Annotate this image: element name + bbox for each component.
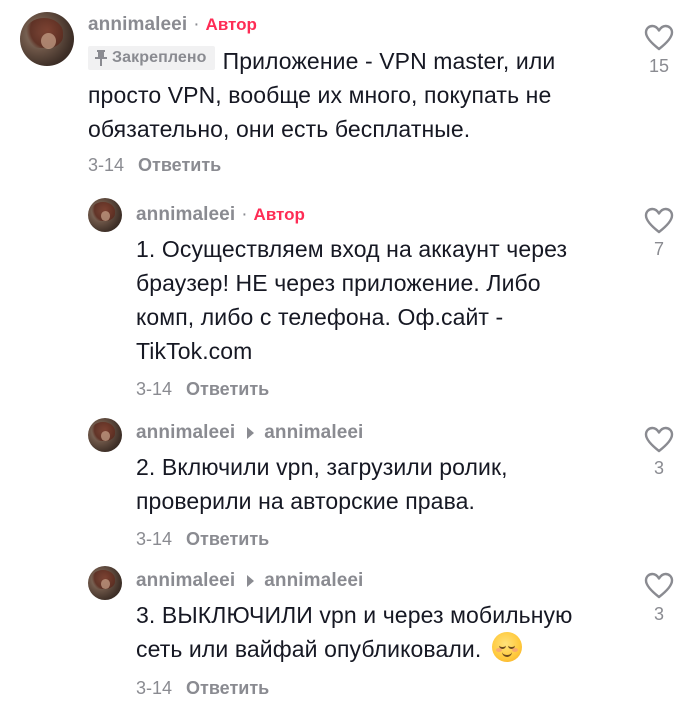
comment-text: 2. Включили vpn, загрузили ролик, провер… xyxy=(136,450,636,518)
heart-outline-icon xyxy=(644,207,674,234)
comment-date: 3-14 xyxy=(88,155,125,175)
comment-text: Закреплено Приложение - VPN master, или … xyxy=(88,44,628,146)
separator: · xyxy=(241,204,248,225)
comment-meta: 3-14 Ответить xyxy=(136,529,269,550)
pinned-badge: Закреплено xyxy=(88,46,215,70)
comment-line: 3. ВЫКЛЮЧИЛИ vpn и через мобильную xyxy=(136,602,573,628)
comment-line: 2. Включили vpn, загрузили ролик, xyxy=(136,454,508,480)
comment-header: annimaleei annimaleei xyxy=(136,422,363,444)
avatar[interactable] xyxy=(88,198,122,232)
username[interactable]: annimaleei xyxy=(136,570,235,592)
comment-line: сеть или вайфай опубликовали. xyxy=(136,636,482,662)
reply-to-username[interactable]: annimaleei xyxy=(264,422,363,444)
like-count: 7 xyxy=(653,239,664,259)
comment-date: 3-14 xyxy=(136,678,173,698)
caret-right-icon xyxy=(247,427,255,439)
author-badge: Автор xyxy=(205,15,257,34)
comment-meta: 3-14 Ответить xyxy=(88,155,221,176)
pinned-label: Закреплено xyxy=(112,49,207,66)
heart-outline-icon xyxy=(644,24,674,51)
comment-meta: 3-14 Ответить xyxy=(136,379,269,400)
avatar[interactable] xyxy=(88,418,122,452)
comment-line: комп, либо с телефона. Оф.сайт - xyxy=(136,304,504,330)
reply-button[interactable]: Ответить xyxy=(186,529,269,550)
comment-header: annimaleei annimaleei xyxy=(136,570,363,592)
comment-line: браузер! НЕ через приложение. Либо xyxy=(136,270,541,296)
caret-right-icon xyxy=(247,575,255,587)
relieved-face-emoji-icon xyxy=(491,632,522,662)
author-badge: Автор xyxy=(253,205,305,224)
username[interactable]: annimaleei xyxy=(88,14,187,36)
like-button[interactable]: 15 xyxy=(639,24,679,77)
like-count: 3 xyxy=(653,458,664,478)
comment-line: обязательно, они есть бесплатные. xyxy=(88,116,471,142)
heart-outline-icon xyxy=(644,426,674,453)
comment-text: 3. ВЫКЛЮЧИЛИ vpn и через мобильную сеть … xyxy=(136,598,636,666)
comment-date: 3-14 xyxy=(136,529,173,549)
pin-icon xyxy=(95,50,107,66)
comment-line: TikTok.com xyxy=(136,338,253,364)
reply-button[interactable]: Ответить xyxy=(138,155,221,176)
reply-button[interactable]: Ответить xyxy=(186,379,269,400)
reply-to-username[interactable]: annimaleei xyxy=(264,570,363,592)
like-button[interactable]: 7 xyxy=(639,207,679,260)
like-count: 15 xyxy=(648,56,670,76)
heart-outline-icon xyxy=(644,572,674,599)
comment-line: 1. Осуществляем вход на аккаунт через xyxy=(136,236,568,262)
username[interactable]: annimaleei xyxy=(136,422,235,444)
comment-header: annimaleei · Автор xyxy=(136,204,305,226)
like-button[interactable]: 3 xyxy=(639,572,679,625)
like-button[interactable]: 3 xyxy=(639,426,679,479)
separator: · xyxy=(193,14,200,35)
comment-header: annimaleei · Автор xyxy=(88,14,257,36)
like-count: 3 xyxy=(653,604,664,624)
comment-line: просто VPN, вообще их много, покупать не xyxy=(88,82,552,108)
reply-button[interactable]: Ответить xyxy=(186,678,269,699)
comment-meta: 3-14 Ответить xyxy=(136,678,269,699)
username[interactable]: annimaleei xyxy=(136,204,235,226)
comment-line: Приложение - VPN master, или xyxy=(222,48,556,74)
avatar[interactable] xyxy=(88,566,122,600)
comment-line: проверили на авторские права. xyxy=(136,488,476,514)
comment-text: 1. Осуществляем вход на аккаунт через бр… xyxy=(136,232,636,368)
avatar[interactable] xyxy=(20,12,74,66)
comment-date: 3-14 xyxy=(136,379,173,399)
